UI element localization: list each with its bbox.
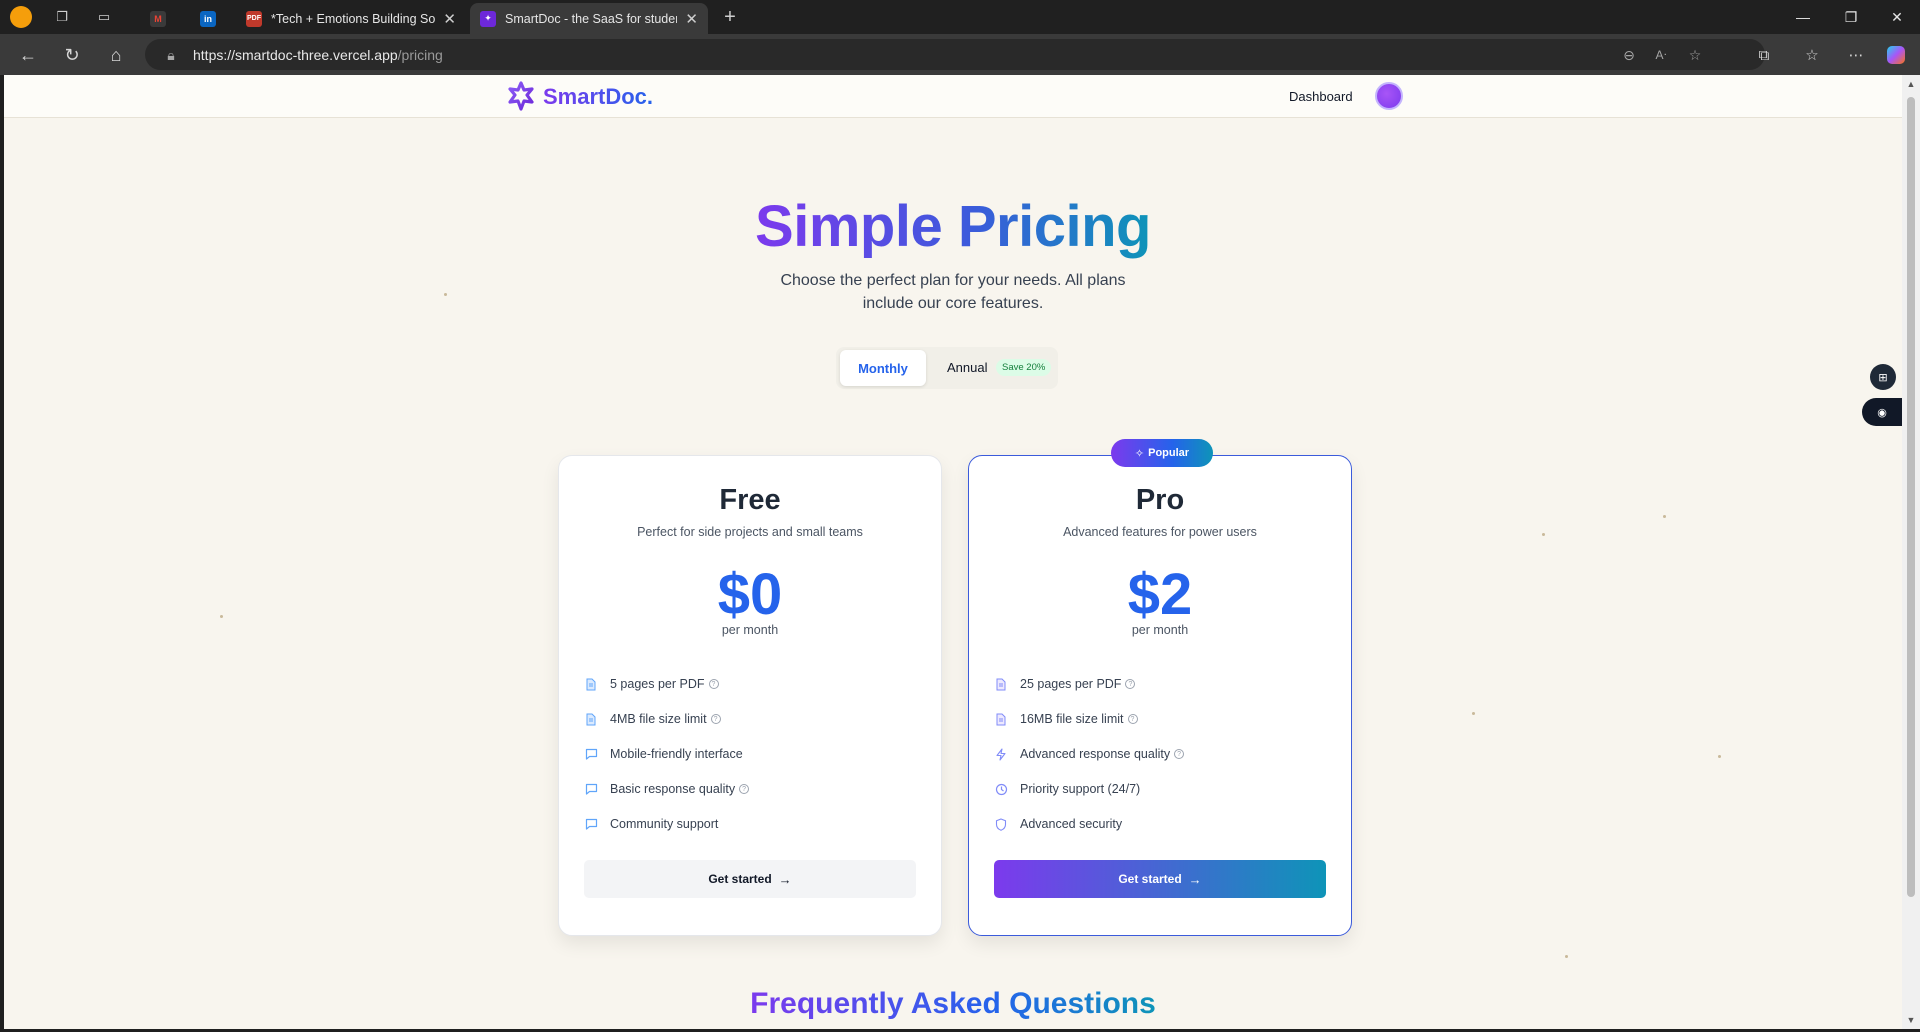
- tab-gmail[interactable]: M: [140, 3, 182, 34]
- feature-item: 4MB file size limit ?: [584, 709, 721, 729]
- close-tab-icon[interactable]: ✕: [685, 10, 698, 28]
- save-badge: Save 20%: [996, 359, 1052, 376]
- lock-icon[interactable]: 🔒︎: [161, 45, 181, 65]
- plan-price: $0: [717, 562, 783, 627]
- tab-title: *Tech + Emotions Building Softwa: [271, 11, 436, 26]
- plan-price: $2: [1127, 562, 1193, 627]
- document-icon: [994, 677, 1008, 691]
- page-scrollbar[interactable]: ▲ ▼: [1902, 75, 1920, 1029]
- popular-badge: ✧ Popular: [1111, 439, 1213, 467]
- extensions-icon[interactable]: ⧉: [1750, 42, 1778, 68]
- sparkle-icon: ✧: [1134, 447, 1145, 460]
- get-started-free-button[interactable]: Get started →: [584, 860, 916, 898]
- workspaces-icon[interactable]: ❐: [52, 7, 72, 27]
- favorites-icon[interactable]: ☆: [1798, 42, 1826, 68]
- linkedin-icon: in: [200, 10, 216, 27]
- new-tab-icon[interactable]: +: [720, 6, 740, 28]
- help-icon[interactable]: ?: [739, 784, 750, 794]
- plan-name: Free: [719, 484, 781, 516]
- clock-icon: [994, 782, 1008, 796]
- feature-item: Advanced security: [994, 814, 1122, 834]
- page-title: Simple Pricing: [755, 194, 1151, 259]
- tab-linkedin[interactable]: in: [190, 3, 232, 34]
- smartdoc-icon: ✦: [480, 10, 496, 27]
- price-period: per month: [1131, 623, 1189, 637]
- url-text[interactable]: https://smartdoc-three.vercel.app/pricin…: [193, 47, 443, 63]
- scroll-thumb[interactable]: [1907, 97, 1915, 897]
- page-viewport: SmartDoc. Dashboard Simple Pricing Choos…: [4, 75, 1902, 1029]
- help-icon[interactable]: ?: [1125, 679, 1136, 689]
- chat-icon: [584, 782, 598, 796]
- logo-text[interactable]: SmartDoc.: [543, 84, 653, 110]
- extension-grid-icon[interactable]: ⊞: [1870, 364, 1896, 390]
- plan-description: Advanced features for power users: [1063, 525, 1257, 539]
- faq-heading: Frequently Asked Questions: [750, 987, 1156, 1020]
- refresh-icon[interactable]: ↻: [58, 42, 86, 68]
- address-bar[interactable]: 🔒︎ https://smartdoc-three.vercel.app/pri…: [145, 39, 1765, 70]
- feature-item: Advanced response quality ?: [994, 744, 1185, 764]
- document-icon: [584, 677, 598, 691]
- help-icon[interactable]: ?: [708, 679, 719, 689]
- browser-tab-bar: ❐ ▭ M in PDF *Tech + Emotions Building S…: [0, 0, 1920, 34]
- monthly-option[interactable]: Monthly: [840, 350, 926, 386]
- plan-card-free: Free Perfect for side projects and small…: [558, 455, 942, 936]
- arrow-right-icon: →: [778, 871, 792, 887]
- minimize-icon[interactable]: —: [1780, 0, 1826, 34]
- lightning-icon: [994, 747, 1008, 761]
- feature-item: Priority support (24/7): [994, 779, 1140, 799]
- profile-icon[interactable]: [10, 6, 32, 28]
- help-icon[interactable]: ?: [710, 714, 721, 724]
- close-tab-icon[interactable]: ✕: [443, 10, 456, 28]
- plan-card-pro: ✧ Popular Pro Advanced features for powe…: [968, 439, 1352, 936]
- smartdoc-logo-icon[interactable]: [506, 81, 536, 111]
- scroll-down-icon[interactable]: ▼: [1906, 1015, 1916, 1025]
- help-icon[interactable]: ?: [1174, 749, 1185, 759]
- price-period: per month: [721, 623, 779, 637]
- chat-icon: [584, 747, 598, 761]
- pdf-icon: PDF: [246, 10, 262, 27]
- tab-title: SmartDoc - the SaaS for students: [505, 11, 678, 26]
- tab-actions-icon[interactable]: ▭: [94, 7, 114, 27]
- tab-pdf[interactable]: PDF *Tech + Emotions Building Softwa ✕: [236, 3, 466, 34]
- browser-toolbar: ← ↻ ⌂ 🔒︎ https://smartdoc-three.vercel.a…: [0, 34, 1920, 75]
- document-icon: [584, 712, 598, 726]
- get-started-pro-button[interactable]: Get started →: [994, 860, 1326, 898]
- scroll-up-icon[interactable]: ▲: [1906, 79, 1916, 89]
- feature-item: 16MB file size limit ?: [994, 709, 1138, 729]
- billing-toggle: Monthly Annual Save 20%: [836, 347, 1058, 389]
- back-icon[interactable]: ←: [14, 42, 42, 68]
- document-icon: [994, 712, 1008, 726]
- feature-item: Community support: [584, 814, 718, 834]
- close-window-icon[interactable]: ✕: [1874, 0, 1920, 34]
- user-avatar[interactable]: [1375, 82, 1403, 110]
- copilot-icon[interactable]: [1882, 42, 1910, 68]
- feature-item: Mobile-friendly interface: [584, 744, 743, 764]
- restore-icon[interactable]: ❐: [1828, 0, 1874, 34]
- assistant-bot-icon[interactable]: ◉: [1862, 398, 1902, 426]
- site-header: SmartDoc. Dashboard: [4, 75, 1902, 118]
- favorite-star-icon[interactable]: ☆: [1685, 45, 1705, 65]
- dashboard-link[interactable]: Dashboard: [1289, 89, 1353, 104]
- plan-description: Perfect for side projects and small team…: [637, 525, 863, 539]
- annual-option[interactable]: Annual: [947, 360, 987, 375]
- page-subtitle: Choose the perfect plan for your needs. …: [780, 272, 1126, 312]
- chat-icon: [584, 817, 598, 831]
- arrow-right-icon: →: [1188, 871, 1202, 887]
- help-icon[interactable]: ?: [1127, 714, 1138, 724]
- feature-item: 5 pages per PDF ?: [584, 674, 719, 694]
- feature-item: Basic response quality ?: [584, 779, 750, 799]
- home-icon[interactable]: ⌂: [102, 42, 130, 68]
- feature-item: 25 pages per PDF ?: [994, 674, 1136, 694]
- zoom-icon[interactable]: ⊖: [1619, 45, 1639, 65]
- plan-name: Pro: [1135, 484, 1185, 516]
- more-icon[interactable]: ⋯: [1842, 42, 1870, 68]
- read-aloud-icon[interactable]: Aᐧ: [1651, 45, 1671, 65]
- tab-smartdoc[interactable]: ✦ SmartDoc - the SaaS for students ✕: [470, 3, 708, 34]
- shield-icon: [994, 817, 1008, 831]
- gmail-icon: M: [150, 10, 166, 27]
